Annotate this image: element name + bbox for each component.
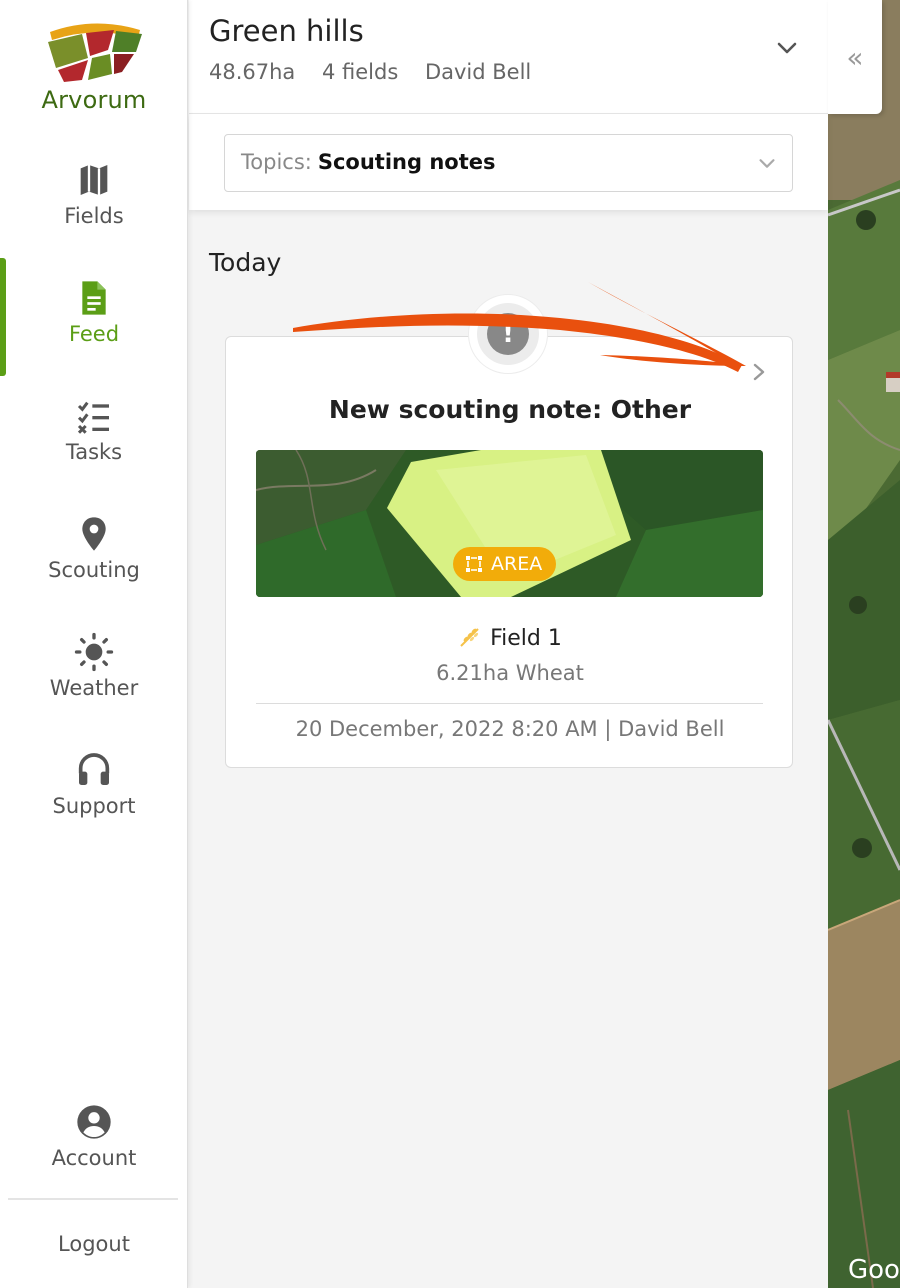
card-timestamp-author: 20 December, 2022 8:20 AM | David Bell <box>295 717 725 741</box>
account-circle-icon <box>77 1105 111 1139</box>
farm-summary: 48.67ha 4 fields David Bell <box>209 60 551 84</box>
nav-item-fields[interactable]: Fields <box>0 160 188 260</box>
map-imagery: Goo <box>828 0 900 1288</box>
google-watermark: Goo <box>848 1255 900 1285</box>
nav-item-feed[interactable]: Feed <box>0 278 188 378</box>
nav-item-scouting[interactable]: Scouting <box>0 514 188 614</box>
topics-label-text: Topics: <box>241 150 312 174</box>
brand-name: Arvorum <box>41 86 147 114</box>
chevron-down-icon[interactable] <box>775 36 799 60</box>
polygon-area-icon <box>465 555 483 573</box>
brand-logo[interactable]: Arvorum <box>34 18 154 118</box>
nav-label-fields: Fields <box>64 204 124 228</box>
field-name: Field 1 <box>490 626 562 651</box>
farm-owner: David Bell <box>424 60 532 84</box>
field-details: 6.21ha Wheat <box>436 661 584 685</box>
nav-label-tasks: Tasks <box>65 440 123 464</box>
checklist-icon <box>77 401 109 434</box>
topics-select[interactable]: Topics: Scouting notes <box>224 134 793 192</box>
alert-badge: ! <box>468 294 548 374</box>
chevron-right-icon[interactable] <box>748 359 770 385</box>
document-icon <box>82 281 106 315</box>
topics-label: Topics: Scouting notes <box>241 150 495 174</box>
nav-label-scouting: Scouting <box>48 558 140 582</box>
topics-filter-bar: Topics: Scouting notes <box>189 114 828 210</box>
card-divider <box>256 703 763 704</box>
collapse-panel-button[interactable]: « <box>828 0 882 114</box>
nav-label-account: Account <box>51 1146 137 1170</box>
farm-area: 48.67ha <box>209 60 296 84</box>
map-icon <box>80 165 108 195</box>
area-badge: AREA <box>453 547 557 581</box>
farm-header[interactable]: Green hills 48.67ha 4 fields David Bell <box>189 0 828 114</box>
sidebar-nav: Arvorum Fields Feed Tasks Scouting Weath… <box>0 0 188 1288</box>
field-map-thumbnail: AREA <box>256 450 763 597</box>
double-chevron-left-icon: « <box>846 40 864 74</box>
logout-button[interactable]: Logout <box>0 1232 188 1272</box>
logout-label: Logout <box>58 1232 130 1256</box>
card-title: New scouting note: Other <box>328 395 692 424</box>
arvorum-logo-icon <box>48 23 142 82</box>
nav-label-support: Support <box>52 794 136 818</box>
field-name-row: Field 1 <box>226 625 794 651</box>
topics-selected-value: Scouting notes <box>317 150 496 174</box>
nav-label-weather: Weather <box>49 676 139 700</box>
area-badge-label: AREA <box>491 553 543 575</box>
alert-icon: ! <box>487 313 529 355</box>
nav-item-weather[interactable]: Weather <box>0 632 188 732</box>
nav-item-support[interactable]: Support <box>0 750 188 850</box>
wheat-icon <box>460 628 479 647</box>
nav-divider <box>8 1198 178 1200</box>
headset-icon <box>78 753 110 785</box>
feed-card-scouting-note[interactable]: New scouting note: Other AREA Field 1 6.… <box>225 336 793 768</box>
nav-item-tasks[interactable]: Tasks <box>0 396 188 496</box>
feed-section-heading: Today <box>209 248 282 277</box>
location-pin-icon <box>82 517 106 551</box>
satellite-map[interactable]: Goo <box>828 0 900 1288</box>
farm-field-count: 4 fields <box>321 60 399 84</box>
farm-name: Green hills <box>209 14 364 48</box>
nav-label-feed: Feed <box>68 322 120 346</box>
chevron-down-icon <box>759 159 775 168</box>
feed-panel: Green hills 48.67ha 4 fields David Bell … <box>189 0 828 1288</box>
sun-icon <box>74 632 114 672</box>
nav-item-account[interactable]: Account <box>0 1102 188 1202</box>
alert-badge-inner: ! <box>477 303 539 365</box>
